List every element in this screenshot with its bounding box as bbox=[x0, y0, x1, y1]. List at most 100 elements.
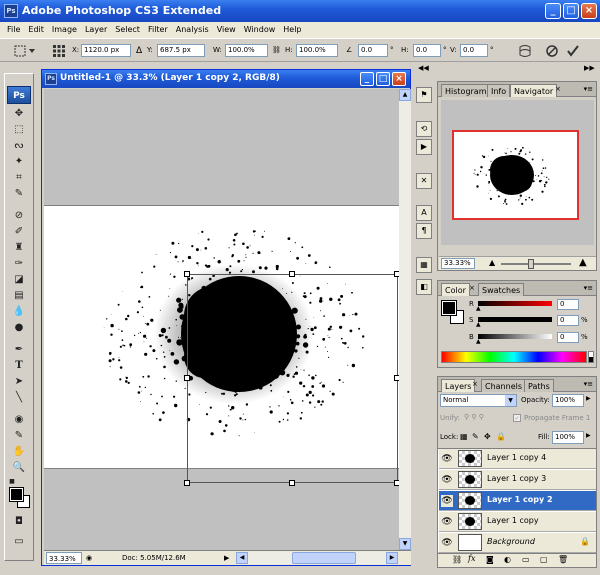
navigator-tab-close-icon[interactable]: × bbox=[555, 85, 561, 93]
commit-transform-icon[interactable] bbox=[566, 44, 580, 58]
transform-handle-tm[interactable] bbox=[289, 271, 295, 277]
visibility-eye-icon[interactable]: 👁 bbox=[441, 495, 453, 507]
status-icon[interactable]: ◉ bbox=[86, 552, 92, 564]
screen-mode-icon[interactable]: ▭ bbox=[9, 534, 29, 550]
scroll-down-arrow-icon[interactable]: ▼ bbox=[399, 538, 411, 550]
menu-edit[interactable]: Edit bbox=[24, 22, 48, 38]
panel-collapse-arrows-icon[interactable]: ▶▶ bbox=[584, 64, 595, 72]
menu-help[interactable]: Help bbox=[279, 22, 305, 38]
menu-analysis[interactable]: Analysis bbox=[172, 22, 213, 38]
spectrum-black-white[interactable] bbox=[588, 351, 594, 363]
zoom-out-icon[interactable]: ▲ bbox=[489, 258, 495, 267]
adjustment-layer-icon[interactable]: ◐ bbox=[504, 555, 511, 564]
navigator-view-box[interactable] bbox=[452, 130, 579, 220]
eraser-tool-icon[interactable]: ◪ bbox=[9, 272, 29, 288]
propagate-checkbox[interactable]: ✓ bbox=[513, 414, 521, 422]
type-tool-icon[interactable]: T bbox=[9, 358, 29, 374]
zoom-field[interactable]: 33.33% bbox=[46, 552, 82, 564]
pen-tool-icon[interactable]: ✒ bbox=[9, 342, 29, 358]
channel-r-slider[interactable] bbox=[478, 301, 552, 306]
transform-bounding-box[interactable] bbox=[187, 274, 398, 483]
opacity-arrow-icon[interactable]: ▶ bbox=[586, 395, 591, 402]
tab-color[interactable]: Color bbox=[441, 283, 470, 296]
dodge-tool-icon[interactable]: ● bbox=[9, 320, 29, 336]
history-icon[interactable]: ⟲ bbox=[416, 121, 432, 137]
layer-row-selected[interactable]: 👁 Layer 1 copy 2 bbox=[439, 491, 596, 511]
blur-tool-icon[interactable]: 💧 bbox=[9, 304, 29, 320]
scroll-up-arrow-icon[interactable]: ▲ bbox=[399, 89, 411, 101]
vertical-scrollbar[interactable]: ▲ ▼ bbox=[399, 89, 411, 550]
layers-panel-menu-icon[interactable]: ▾≡ bbox=[584, 380, 593, 388]
zoom-tool-icon[interactable]: 🔍 bbox=[9, 460, 29, 476]
delete-layer-icon[interactable]: 🗑 bbox=[558, 555, 568, 564]
layer-comps-icon[interactable]: ▦ bbox=[416, 257, 432, 273]
maximize-button[interactable]: □ bbox=[563, 3, 579, 19]
doc-close-button[interactable]: × bbox=[392, 72, 406, 86]
menu-view[interactable]: View bbox=[213, 22, 240, 38]
menu-layer[interactable]: Layer bbox=[81, 22, 111, 38]
y-input[interactable]: 687.5 px bbox=[157, 44, 205, 57]
x-input[interactable]: 1120.0 px bbox=[81, 44, 131, 57]
lasso-tool-icon[interactable]: ᔓ bbox=[9, 138, 29, 154]
zoom-in-icon[interactable]: ▲ bbox=[579, 257, 587, 268]
transform-handle-tl[interactable] bbox=[184, 271, 190, 277]
hscroll-left-arrow-icon[interactable]: ◀ bbox=[236, 552, 248, 564]
panel-collapse-arrows-icon[interactable]: ◀◀ bbox=[418, 64, 429, 72]
lock-transparent-icon[interactable]: ▦ bbox=[460, 432, 468, 441]
menu-image[interactable]: Image bbox=[48, 22, 81, 38]
status-menu-arrow-icon[interactable]: ▶ bbox=[224, 552, 229, 564]
layer-row[interactable]: 👁 Layer 1 copy bbox=[439, 512, 596, 532]
minimize-button[interactable]: _ bbox=[545, 3, 561, 19]
channel-s-value[interactable]: 0 bbox=[557, 315, 579, 326]
canvas-pasteboard[interactable] bbox=[44, 89, 399, 550]
fill-arrow-icon[interactable]: ▶ bbox=[586, 432, 591, 439]
cancel-transform-icon[interactable] bbox=[545, 44, 559, 58]
crop-tool-icon[interactable]: ⌗ bbox=[9, 170, 29, 186]
line-tool-icon[interactable]: ╲ bbox=[9, 390, 29, 406]
channel-s-slider[interactable] bbox=[478, 317, 552, 322]
close-button[interactable]: × bbox=[581, 3, 597, 19]
healing-brush-tool-icon[interactable]: ⊘ bbox=[9, 208, 29, 224]
visibility-eye-icon[interactable]: 👁 bbox=[441, 516, 453, 528]
path-selection-tool-icon[interactable]: ➤ bbox=[9, 374, 29, 390]
layer-style-icon[interactable]: fx bbox=[468, 554, 475, 563]
paragraph-icon[interactable]: ¶ bbox=[416, 223, 432, 239]
eyedropper-sample-tool-icon[interactable]: ✎ bbox=[9, 428, 29, 444]
lock-position-icon[interactable]: ✥ bbox=[484, 432, 491, 441]
quick-mask-icon[interactable]: ◘ bbox=[9, 514, 29, 530]
foreground-color-swatch[interactable] bbox=[9, 487, 24, 502]
3d-rotate-tool-icon[interactable]: ◉ bbox=[9, 412, 29, 428]
horizontal-scrollbar[interactable]: ◀ ▶ bbox=[236, 552, 398, 564]
color-foreground-swatch[interactable] bbox=[441, 300, 457, 316]
navigator-zoom-field[interactable]: 33.33% bbox=[441, 258, 475, 269]
width-input[interactable]: 100.0% bbox=[225, 44, 268, 57]
layer-row-background[interactable]: 👁 Background 🔒 bbox=[439, 533, 596, 553]
lock-image-icon[interactable]: ✎ bbox=[472, 432, 479, 441]
color-panel-menu-icon[interactable]: ▾≡ bbox=[584, 284, 593, 292]
character-icon[interactable]: A bbox=[416, 205, 432, 221]
tab-navigator[interactable]: Navigator bbox=[510, 84, 558, 97]
transform-handle-bm[interactable] bbox=[289, 480, 295, 486]
move-tool-icon[interactable]: ✥ bbox=[9, 106, 29, 122]
rotate-input[interactable]: 0.0 bbox=[358, 44, 388, 57]
menu-window[interactable]: Window bbox=[240, 22, 280, 38]
channel-b-value[interactable]: 0 bbox=[557, 332, 579, 343]
eyedropper-tool-icon[interactable]: ✎ bbox=[9, 186, 29, 202]
new-group-icon[interactable]: ▭ bbox=[522, 555, 530, 564]
brush-tool-icon[interactable]: ✐ bbox=[9, 224, 29, 240]
menu-file[interactable]: File bbox=[3, 22, 24, 38]
marquee-tool-icon[interactable]: ⬚ bbox=[9, 122, 29, 138]
layer-row[interactable]: 👁 Layer 1 copy 3 bbox=[439, 470, 596, 490]
color-tab-close-icon[interactable]: × bbox=[469, 284, 475, 292]
hscroll-right-arrow-icon[interactable]: ▶ bbox=[386, 552, 398, 564]
zoom-slider-track[interactable] bbox=[501, 263, 571, 265]
unify-icons[interactable]: ⚲ ⚲ ⚲ bbox=[464, 413, 484, 421]
v-skew-input[interactable]: 0.0 bbox=[460, 44, 488, 57]
actions-icon[interactable]: ▶ bbox=[416, 139, 432, 155]
brushes-icon[interactable]: ✕ bbox=[416, 173, 432, 189]
ps-badge-logo[interactable]: Ps bbox=[7, 86, 31, 104]
transform-handle-ml[interactable] bbox=[184, 375, 190, 381]
tool-presets-icon[interactable]: ⚑ bbox=[416, 87, 432, 103]
link-icon[interactable]: ⛓ bbox=[272, 46, 281, 54]
channel-b-slider[interactable] bbox=[478, 334, 552, 339]
